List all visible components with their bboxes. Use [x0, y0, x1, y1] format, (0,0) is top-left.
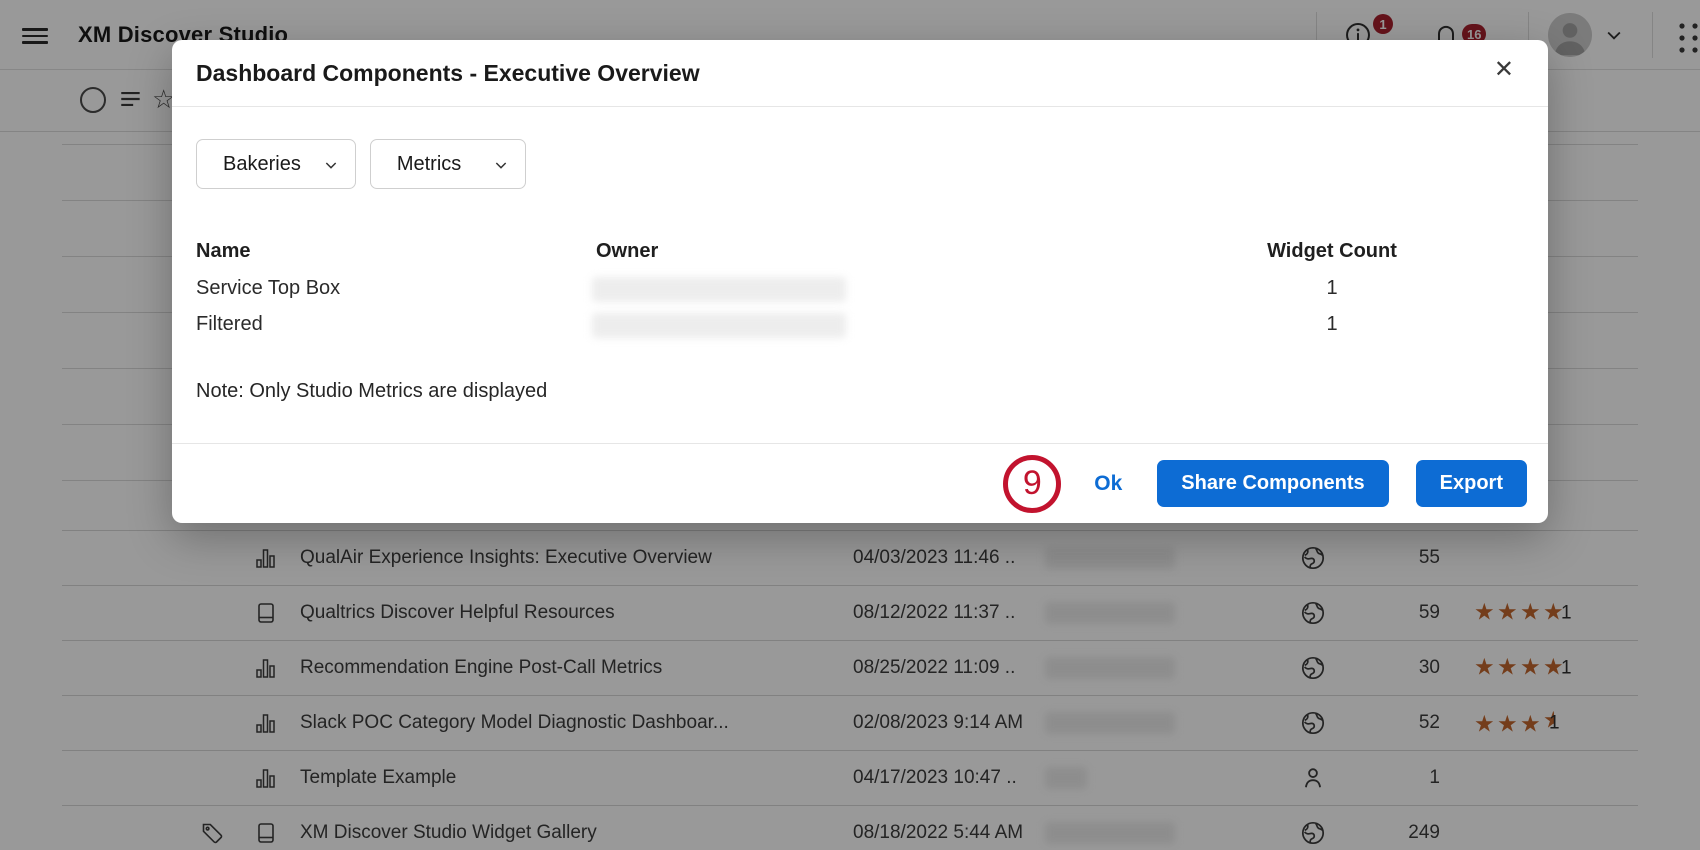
close-button[interactable]: ✕ [1494, 58, 1514, 82]
dialog-filters: Bakeries Metrics [196, 139, 526, 189]
dialog-footer: 9 Ok Share Components Export [172, 443, 1548, 523]
dropdown-value: Metrics [397, 153, 461, 176]
bakeries-dropdown[interactable]: Bakeries [196, 139, 356, 189]
share-components-button[interactable]: Share Components [1157, 460, 1388, 507]
component-name: Filtered [196, 313, 263, 336]
dropdown-value: Bakeries [223, 153, 301, 176]
dialog-header: Dashboard Components - Executive Overvie… [172, 40, 1548, 107]
chevron-down-icon [323, 156, 339, 172]
owner-redacted [592, 277, 846, 302]
dialog-note: Note: Only Studio Metrics are displayed [196, 380, 547, 403]
metrics-dropdown[interactable]: Metrics [370, 139, 526, 189]
column-header-owner: Owner [596, 240, 658, 263]
page: XM Discover Studio 1 16 [0, 0, 1700, 850]
column-header-name: Name [196, 240, 250, 263]
component-widget-count: 1 [1192, 277, 1472, 300]
chevron-down-icon [493, 156, 509, 172]
dashboard-components-dialog: Dashboard Components - Executive Overvie… [172, 40, 1548, 523]
ok-button[interactable]: Ok [1094, 472, 1122, 496]
component-name: Service Top Box [196, 277, 340, 300]
owner-redacted [592, 313, 846, 338]
component-widget-count: 1 [1192, 313, 1472, 336]
dialog-title: Dashboard Components - Executive Overvie… [196, 60, 700, 87]
annotation-step-badge: 9 [1003, 455, 1061, 513]
column-header-widget-count: Widget Count [1192, 240, 1472, 263]
export-button[interactable]: Export [1416, 460, 1527, 507]
